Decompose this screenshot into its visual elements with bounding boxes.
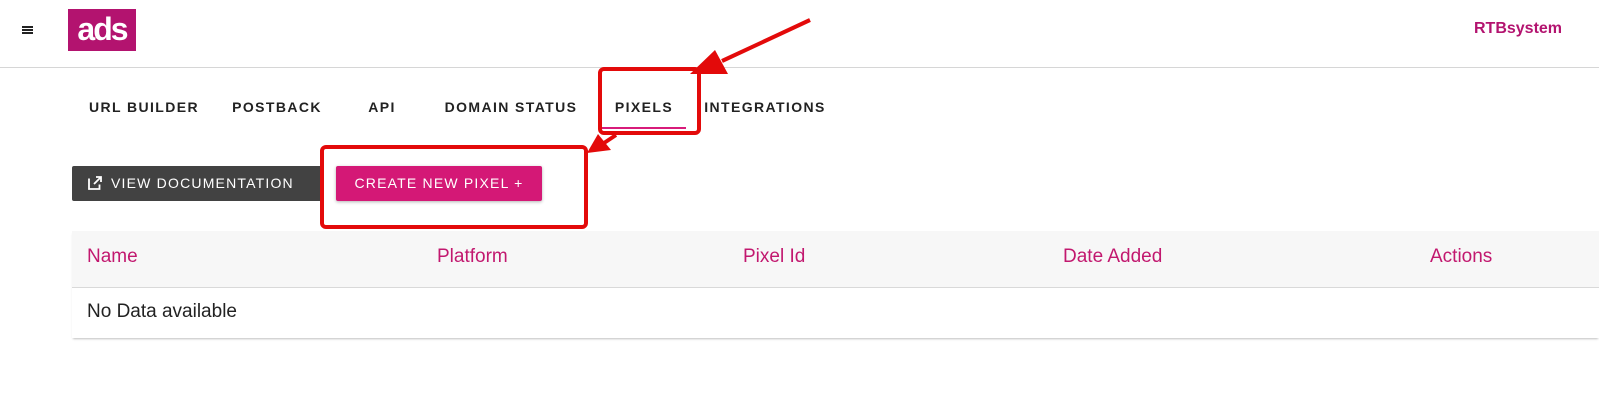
arrow-line-to-create-button — [602, 133, 618, 145]
annotation-arrows — [587, 18, 811, 153]
arrow-line-to-pixels-tab — [721, 18, 811, 63]
arrow-head-to-pixels-tab — [690, 50, 728, 74]
arrow-head-to-create-button — [587, 134, 611, 153]
